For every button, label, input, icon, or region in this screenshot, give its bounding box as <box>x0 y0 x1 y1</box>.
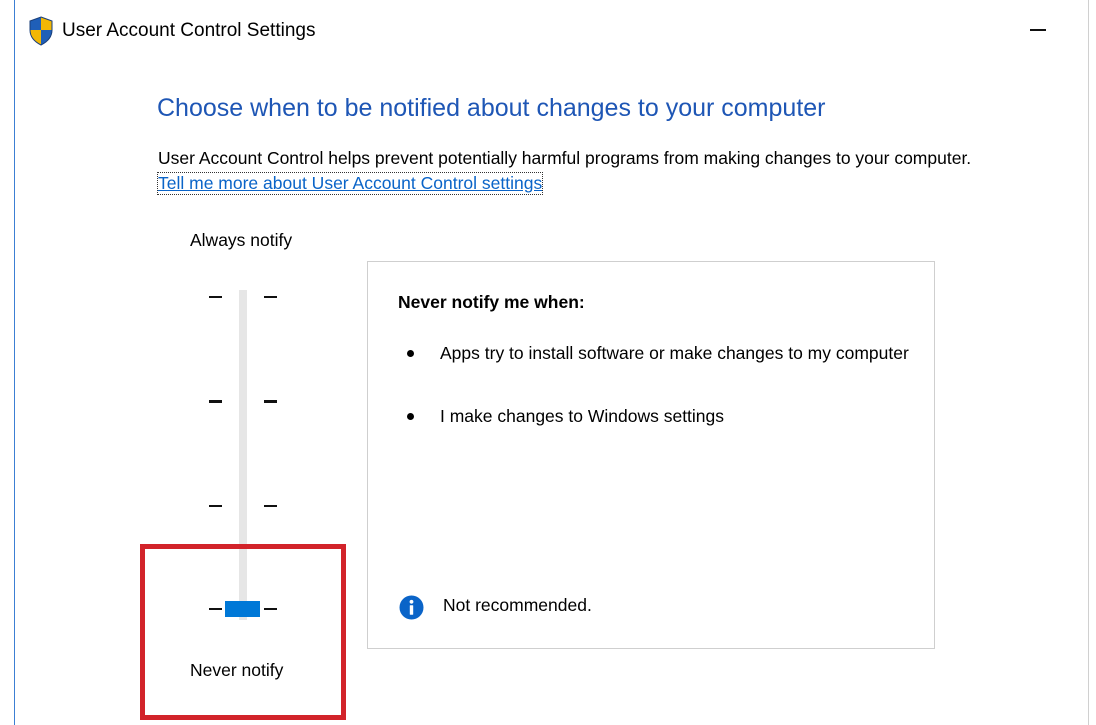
slider-tick-level-4-right <box>264 296 277 298</box>
uac-shield-icon <box>29 16 53 46</box>
slider-tick-level-2-left <box>209 505 222 507</box>
bullet-icon <box>407 350 414 357</box>
background-window-edge <box>0 0 15 725</box>
slider-top-label: Always notify <box>190 230 293 250</box>
panel-title: Never notify me when: <box>398 292 585 312</box>
info-icon <box>399 595 424 620</box>
page-heading: Choose when to be notified about changes… <box>157 94 826 122</box>
slider-tick-level-3-left <box>209 400 222 403</box>
slider-tick-level-3-right <box>264 400 277 403</box>
learn-more-link[interactable]: Tell me more about User Account Control … <box>156 172 544 195</box>
slider-tick-level-2-right <box>264 505 277 507</box>
window-border <box>14 0 15 725</box>
window-title: User Account Control Settings <box>62 20 316 41</box>
panel-bullet-text: I make changes to Windows settings <box>440 406 725 426</box>
panel-bullet-text: Apps try to install software or make cha… <box>440 343 909 363</box>
description-panel: Never notify me when: Apps try to instal… <box>367 261 935 649</box>
minimize-button[interactable] <box>1020 10 1056 50</box>
slider-tick-level-4-left <box>209 296 222 298</box>
description-text: User Account Control helps prevent poten… <box>158 148 972 168</box>
annotation-highlight-box <box>140 544 346 720</box>
right-window-edge <box>1088 0 1096 725</box>
bullet-icon <box>407 413 414 420</box>
not-recommended-note: Not recommended. <box>443 595 592 615</box>
minimize-icon <box>1030 29 1046 31</box>
